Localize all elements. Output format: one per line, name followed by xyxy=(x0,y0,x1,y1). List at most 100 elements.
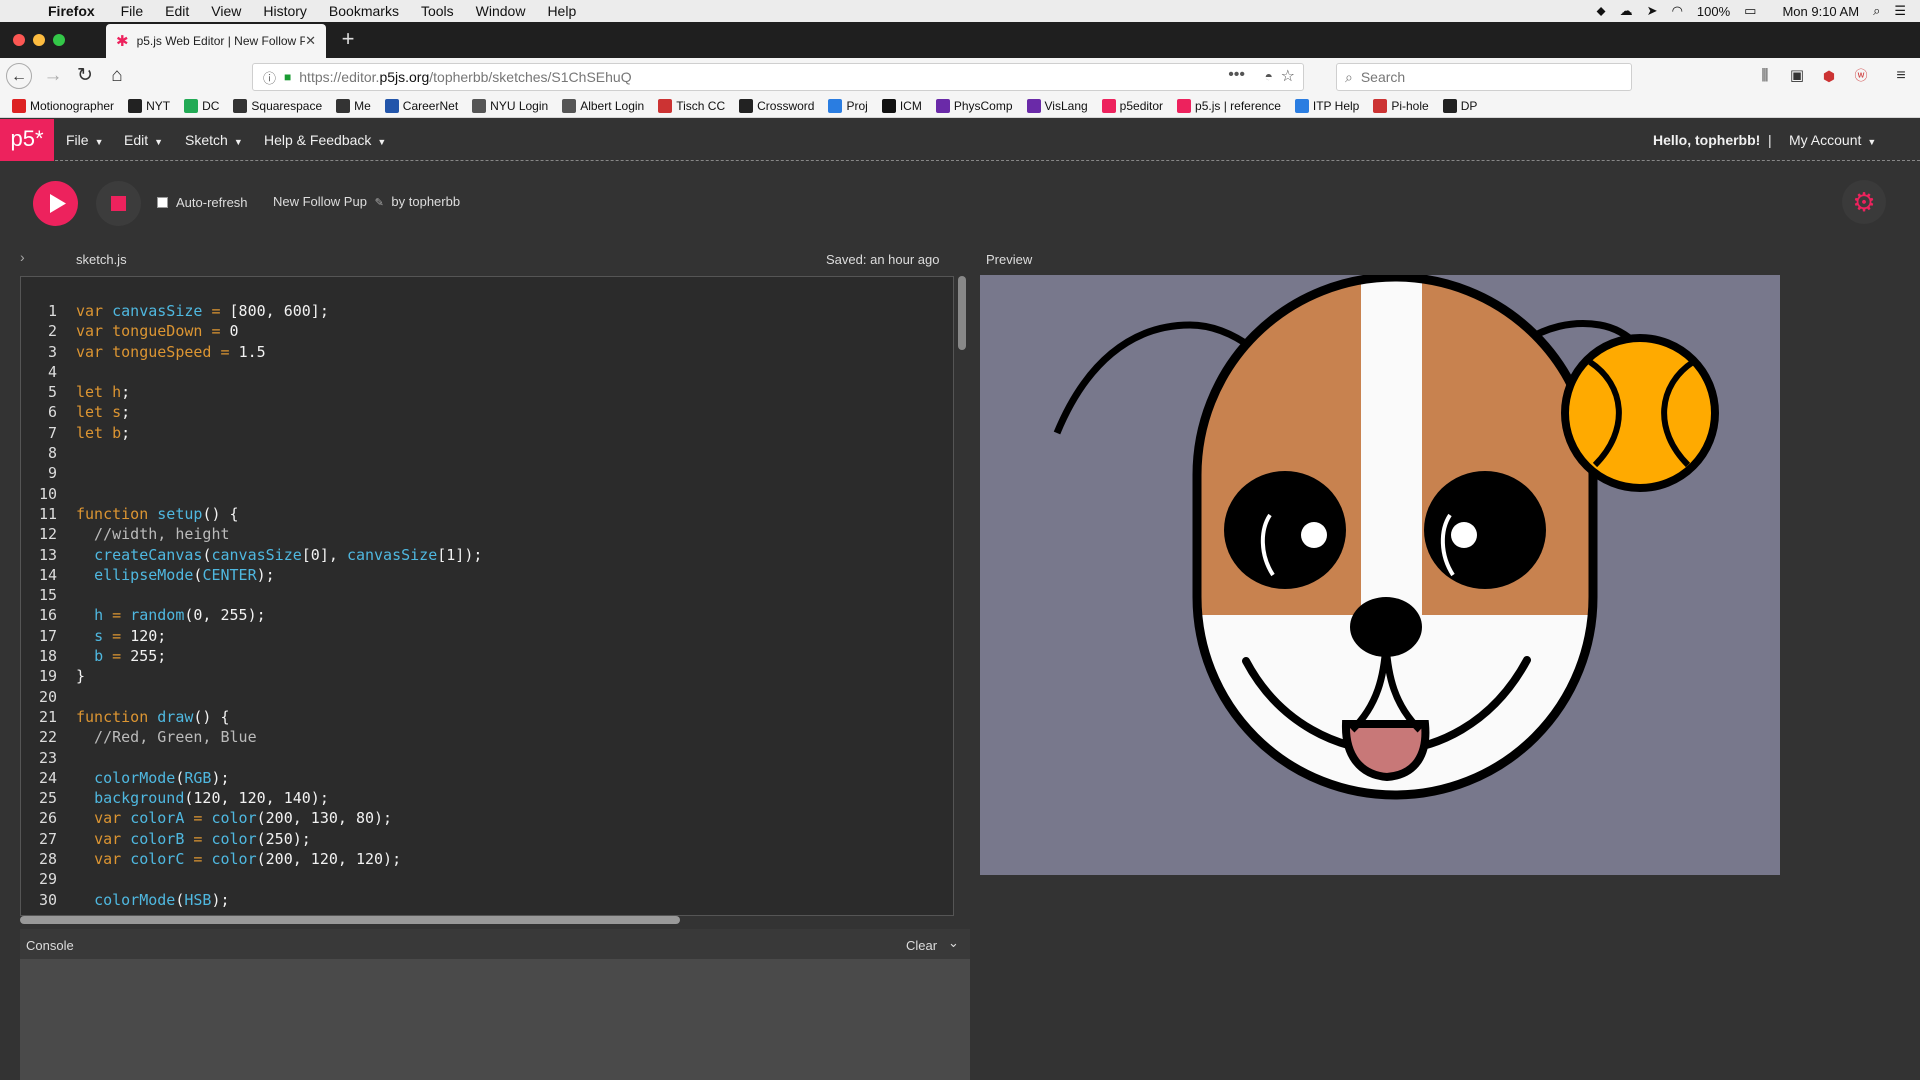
browser-tab[interactable]: ✱ p5.js Web Editor | New Follow P ✕ xyxy=(106,24,326,58)
wifi-icon[interactable]: ◠ xyxy=(1672,3,1683,19)
code-token: background xyxy=(94,789,185,808)
notification-center-icon[interactable]: ☰ xyxy=(1894,3,1906,19)
bookmark-item[interactable]: ITP Help xyxy=(1294,98,1359,113)
mac-menu-view[interactable]: View xyxy=(211,3,241,19)
motionographer-icon xyxy=(12,98,26,113)
line-number: 22 xyxy=(38,728,57,747)
bookmark-label: ICM xyxy=(899,98,922,113)
mac-menu-help[interactable]: Help xyxy=(547,3,576,19)
new-tab-button[interactable]: + xyxy=(334,26,362,52)
line-number: 17 xyxy=(38,626,57,645)
bookmark-item[interactable]: DC xyxy=(184,98,219,113)
reload-button[interactable]: ↻ xyxy=(72,63,98,89)
pocket-icon[interactable]: ◓ xyxy=(1265,68,1273,84)
back-button[interactable]: ← xyxy=(6,63,32,89)
bookmark-item[interactable]: Crossword xyxy=(739,98,814,113)
mac-menu-file[interactable]: File xyxy=(121,3,144,19)
library-icon[interactable]: ⫼ xyxy=(1752,63,1778,89)
chevron-down-icon[interactable]: ⌄ xyxy=(948,935,959,951)
clock[interactable]: Mon 9:10 AM xyxy=(1782,4,1859,19)
code-token: colorA xyxy=(130,809,185,828)
tab-title: p5.js Web Editor | New Follow P xyxy=(136,34,306,48)
expand-sidebar-icon[interactable]: › xyxy=(20,249,25,265)
p5-logo[interactable]: p5* xyxy=(0,119,54,161)
p5-menu-edit[interactable]: Edit ▼ xyxy=(124,119,163,161)
play-button[interactable] xyxy=(33,181,78,226)
auto-refresh-checkbox[interactable] xyxy=(157,197,168,208)
bookmark-item[interactable]: Tisch CC xyxy=(658,98,725,113)
p5-menu-help[interactable]: Help & Feedback ▼ xyxy=(264,119,386,161)
mac-app-name[interactable]: Firefox xyxy=(48,3,95,19)
zoom-window-button[interactable] xyxy=(53,34,65,46)
preview-canvas[interactable] xyxy=(980,272,1780,875)
extension-w-icon[interactable]: ⓦ xyxy=(1848,63,1874,89)
bookmarks-toolbar: Motionographer NYT DC Squarespace Me CareerNe… xyxy=(0,94,1920,118)
bookmark-item[interactable]: PhysComp xyxy=(935,98,1013,113)
home-button[interactable]: ⌂ xyxy=(104,63,130,89)
minimize-window-button[interactable] xyxy=(33,34,45,46)
bookmark-item[interactable]: DP xyxy=(1442,98,1477,113)
sidebar-icon[interactable]: ▣ xyxy=(1784,63,1810,89)
console-clear-button[interactable]: Clear xyxy=(906,938,937,953)
editor-vertical-scrollbar[interactable] xyxy=(958,276,966,350)
code-token: = xyxy=(184,850,212,869)
mac-menu-history[interactable]: History xyxy=(263,3,307,19)
page-actions-icon[interactable]: ••• xyxy=(1228,66,1245,84)
bookmark-item[interactable]: p5.js | reference xyxy=(1177,98,1281,113)
dropbox-status-icon[interactable]: ⬥ xyxy=(1597,3,1606,19)
mac-menu-tools[interactable]: Tools xyxy=(421,3,454,19)
p5-menu-sketch[interactable]: Sketch ▼ xyxy=(185,119,243,161)
bookmark-item[interactable]: NYU Login xyxy=(472,98,549,113)
hamburger-menu-icon[interactable]: ≡ xyxy=(1888,63,1914,89)
me-icon xyxy=(336,98,351,113)
forward-button[interactable]: → xyxy=(40,63,66,89)
bookmark-star-icon[interactable]: ☆ xyxy=(1281,66,1295,86)
auto-refresh-toggle[interactable]: Auto-refresh xyxy=(157,195,248,210)
code-text: colorMode(RGB); xyxy=(76,768,229,788)
bookmark-item[interactable]: ICM xyxy=(881,98,922,113)
info-icon[interactable]: ⓘ xyxy=(263,68,276,87)
bookmark-item[interactable]: Pi-hole xyxy=(1373,98,1429,113)
my-account-label: My Account xyxy=(1789,132,1862,148)
bookmark-item[interactable]: Me xyxy=(336,98,371,113)
url-domain: p5js.org xyxy=(379,69,430,85)
search-bar[interactable]: ⌕ Search xyxy=(1336,63,1632,91)
code-token: [0], xyxy=(301,545,347,564)
url-bar[interactable]: ⓘ ■ https://editor. p5js.org/topherbb/ske… xyxy=(252,63,1304,91)
pencil-icon[interactable]: ✎ xyxy=(375,197,384,209)
bookmark-item[interactable]: p5editor xyxy=(1101,98,1163,113)
settings-button[interactable]: ⚙ xyxy=(1842,180,1886,224)
close-window-button[interactable] xyxy=(13,34,25,46)
bookmark-label: NYU Login xyxy=(490,98,549,113)
stop-button[interactable] xyxy=(96,181,141,226)
mac-menu-window[interactable]: Window xyxy=(476,3,526,19)
search-placeholder: Search xyxy=(1360,69,1406,85)
cloud-status-icon[interactable]: ☁ xyxy=(1620,3,1633,19)
line-number: 16 xyxy=(38,606,57,625)
battery-text[interactable]: 100% xyxy=(1697,4,1730,19)
p5-menu-help-label: Help & Feedback xyxy=(264,132,372,148)
mac-menu-bookmarks[interactable]: Bookmarks xyxy=(329,3,399,19)
bookmark-item[interactable]: VisLang xyxy=(1026,98,1088,113)
my-account-menu[interactable]: My Account ▼ xyxy=(1789,119,1876,161)
ublock-icon[interactable]: ⬢ xyxy=(1816,63,1842,89)
close-tab-icon[interactable]: ✕ xyxy=(305,33,316,49)
line-number: 6 xyxy=(47,403,57,422)
code-editor[interactable]: 1 var canvasSize = [800, 600]; 2 var tongue… xyxy=(20,276,954,916)
battery-icon[interactable]: ▭ xyxy=(1744,3,1756,19)
mac-menu-edit[interactable]: Edit xyxy=(165,3,189,19)
editor-horizontal-scrollbar[interactable] xyxy=(20,916,680,924)
bookmark-item[interactable]: NYT xyxy=(128,98,170,113)
bookmark-item[interactable]: CareerNet xyxy=(384,98,458,113)
sketch-name[interactable]: New Follow Pup ✎ by topherbb xyxy=(273,194,460,209)
spotlight-search-icon[interactable]: ⌕ xyxy=(1873,3,1880,19)
bookmark-item[interactable]: Motionographer xyxy=(12,98,114,113)
p5-menu-file[interactable]: File ▼ xyxy=(66,119,103,161)
bookmark-item[interactable]: Squarespace xyxy=(233,98,322,113)
bookmark-item[interactable]: Albert Login xyxy=(562,98,644,113)
bookmark-item[interactable]: Proj xyxy=(828,98,868,113)
left-eye-shine xyxy=(1301,522,1327,548)
p5-star-icon xyxy=(1177,98,1192,113)
